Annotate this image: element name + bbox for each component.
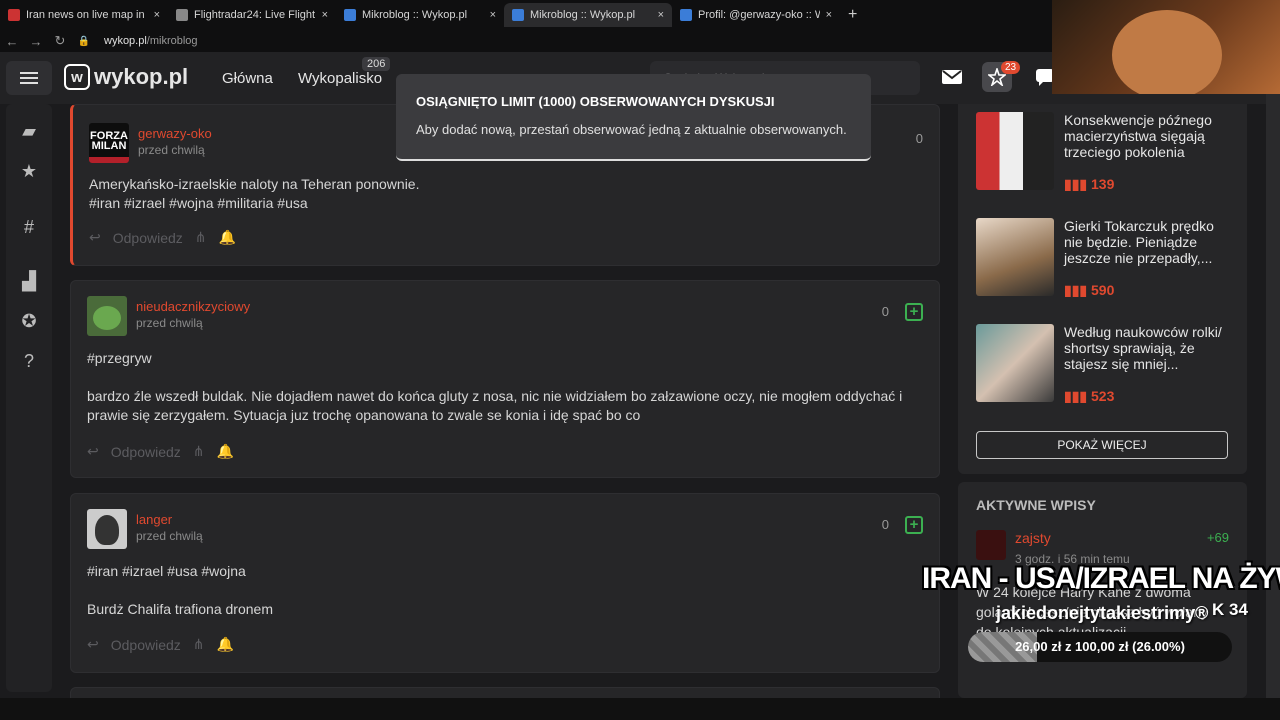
post-score: 0: [881, 517, 889, 532]
post-time[interactable]: przed chwilą: [138, 143, 205, 157]
site-logo[interactable]: w wykop.pl: [64, 64, 188, 90]
tab-favicon-icon: [176, 9, 188, 21]
hashtag-icon[interactable]: #: [18, 216, 40, 238]
browser-tab[interactable]: Mikroblog :: Wykop.pl ×: [336, 3, 504, 27]
notification-count-badge: 23: [1001, 61, 1021, 74]
kick-count: K 34: [1212, 600, 1248, 619]
share-icon[interactable]: ⋔: [195, 229, 207, 246]
tab-favicon-icon: [680, 9, 692, 21]
back-icon[interactable]: ←: [0, 34, 24, 49]
forward-icon[interactable]: →: [24, 34, 48, 49]
nav-badge: 206: [362, 57, 391, 71]
taskbar: [0, 698, 1280, 720]
post-author[interactable]: langer: [136, 512, 172, 527]
article-thumbnail: [976, 324, 1054, 402]
subscribe-bell-icon[interactable]: 🔔: [217, 443, 234, 460]
browser-tab[interactable]: Flightradar24: Live Flight Tracker×: [168, 3, 336, 27]
close-tab-icon[interactable]: ×: [490, 9, 496, 21]
post-actions: ↩ Odpowiedz ⋔ 🔔: [87, 636, 234, 653]
nav-glowna[interactable]: Główna: [222, 70, 273, 87]
post-body: #iran #izrael #usa #wojna Burdż Chalifa …: [87, 563, 273, 617]
close-tab-icon[interactable]: ×: [826, 9, 832, 21]
new-tab-button[interactable]: +: [848, 6, 857, 24]
reload-icon[interactable]: ↻: [48, 33, 72, 49]
reply-button[interactable]: Odpowiedz: [113, 230, 183, 246]
avatar[interactable]: FORZA MILAN: [89, 123, 129, 163]
close-tab-icon[interactable]: ×: [322, 9, 328, 21]
reply-icon[interactable]: ↩: [89, 229, 101, 246]
avatar[interactable]: [87, 296, 127, 336]
tab-favicon-icon: [8, 9, 20, 21]
avatar[interactable]: [976, 530, 1006, 560]
star-icon[interactable]: ★: [18, 160, 40, 182]
lock-icon: 🔒: [77, 35, 91, 47]
share-icon[interactable]: ⋔: [193, 443, 205, 460]
reply-icon[interactable]: ↩: [87, 443, 99, 460]
limit-toast: OSIĄGNIĘTO LIMIT (1000) OBSERWOWANYCH DY…: [396, 74, 871, 161]
browser-tab[interactable]: Mikroblog :: Wykop.pl ×: [504, 3, 672, 27]
share-icon[interactable]: ⋔: [193, 636, 205, 653]
stream-subtitle: jakiedonejtytakiestrimy®: [996, 603, 1209, 623]
browser-tab[interactable]: Iran news on live map in English×: [0, 3, 168, 27]
post-author[interactable]: nieudacznikzyciowy: [136, 299, 250, 314]
subscribe-bell-icon[interactable]: 🔔: [219, 229, 236, 246]
plus-vote-button[interactable]: +: [905, 303, 923, 321]
ranking-icon[interactable]: ▟: [18, 270, 40, 292]
post-actions: ↩ Odpowiedz ⋔ 🔔: [87, 443, 234, 460]
post-time[interactable]: przed chwilą: [136, 316, 203, 330]
article-thumbnail: [976, 112, 1054, 190]
related-articles: Konsekwencje późnego macierzyństwa sięga…: [958, 104, 1247, 474]
webcam-overlay: [1052, 0, 1280, 94]
menu-button[interactable]: [6, 61, 52, 95]
entry-votes: +69: [1206, 530, 1229, 545]
post-score: 0: [881, 304, 889, 319]
post-time[interactable]: przed chwilą: [136, 529, 203, 543]
post-body: #przegryw bardzo źle wszedł buldak. Nie …: [87, 350, 903, 423]
wykop-icon[interactable]: ▰: [18, 120, 40, 142]
plus-vote-button[interactable]: +: [905, 516, 923, 534]
article-item[interactable]: Według naukowców rolki/ shortsy sprawiaj…: [976, 324, 1228, 404]
reply-button[interactable]: Odpowiedz: [111, 637, 181, 653]
votes-icon: ▮▮▮: [1064, 388, 1092, 404]
post-actions: ↩ Odpowiedz ⋔ 🔔: [89, 229, 236, 246]
post-body: Amerykańsko-izraelskie naloty na Teheran…: [89, 176, 420, 211]
post-score: 0: [915, 131, 923, 146]
article-item[interactable]: Konsekwencje późnego macierzyństwa sięga…: [976, 112, 1228, 192]
help-icon[interactable]: ?: [18, 350, 40, 372]
tab-favicon-icon: [344, 9, 356, 21]
article-thumbnail: [976, 218, 1054, 296]
page-scrollbar[interactable]: [1266, 94, 1280, 698]
reply-icon[interactable]: ↩: [87, 636, 99, 653]
wykop-logo-icon: w: [64, 64, 90, 90]
kick-icon: K: [1212, 600, 1229, 619]
post-author[interactable]: gerwazy-oko: [138, 126, 212, 141]
entry-author[interactable]: zajsty: [1015, 530, 1051, 546]
close-tab-icon[interactable]: ×: [154, 9, 160, 21]
tab-favicon-icon: [512, 9, 524, 21]
left-sidebar: ▰ ★ # ▟ ✪ ?: [6, 104, 52, 692]
post-card: langer przed chwilą 0 + #iran #izrael #u…: [70, 493, 940, 673]
badge-icon[interactable]: ✪: [18, 310, 40, 332]
avatar[interactable]: [87, 509, 127, 549]
close-tab-icon[interactable]: ×: [658, 9, 664, 21]
article-item[interactable]: Gierki Tokarczuk prędko nie będzie. Pien…: [976, 218, 1228, 298]
donation-progress: 26,00 zł z 100,00 zł (26.00%): [968, 632, 1232, 662]
stream-title: IRAN - USA/IZRAEL NA ŻYWO: [922, 562, 1280, 595]
article-votes: ▮▮▮ 590: [1064, 282, 1115, 298]
browser-tab[interactable]: Profil: @gerwazy-oko :: Wykop.pl×: [672, 3, 840, 27]
reply-button[interactable]: Odpowiedz: [111, 444, 181, 460]
article-votes: ▮▮▮ 139: [1064, 176, 1115, 192]
subscribe-bell-icon[interactable]: 🔔: [217, 636, 234, 653]
votes-icon: ▮▮▮: [1064, 282, 1092, 298]
article-votes: ▮▮▮ 523: [1064, 388, 1115, 404]
post-card: nieudacznikzyciowy przed chwilą 0 + #prz…: [70, 280, 940, 478]
messages-icon[interactable]: [937, 62, 967, 92]
votes-icon: ▮▮▮: [1064, 176, 1092, 192]
show-more-button[interactable]: POKAŻ WIĘCEJ: [976, 431, 1228, 459]
url-field[interactable]: wykop.pl/mikroblog: [104, 35, 198, 47]
nav-wykopalisko[interactable]: Wykopalisko: [298, 70, 382, 87]
